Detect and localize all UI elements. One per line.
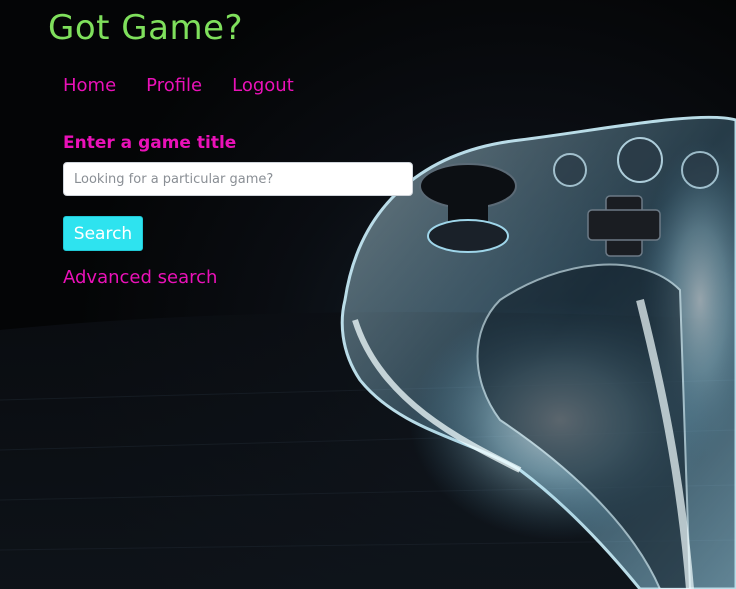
search-label: Enter a game title [63, 133, 237, 153]
main-nav: Home Profile Logout [63, 75, 294, 96]
page: Got Game? Home Profile Logout Enter a ga… [0, 0, 736, 589]
nav-link-profile[interactable]: Profile [146, 75, 202, 96]
advanced-search-link[interactable]: Advanced search [63, 267, 217, 288]
nav-link-logout[interactable]: Logout [232, 75, 294, 96]
nav-link-home[interactable]: Home [63, 75, 116, 96]
search-button[interactable]: Search [63, 216, 143, 251]
site-title[interactable]: Got Game? [48, 8, 243, 48]
game-title-search-input[interactable] [63, 162, 413, 196]
